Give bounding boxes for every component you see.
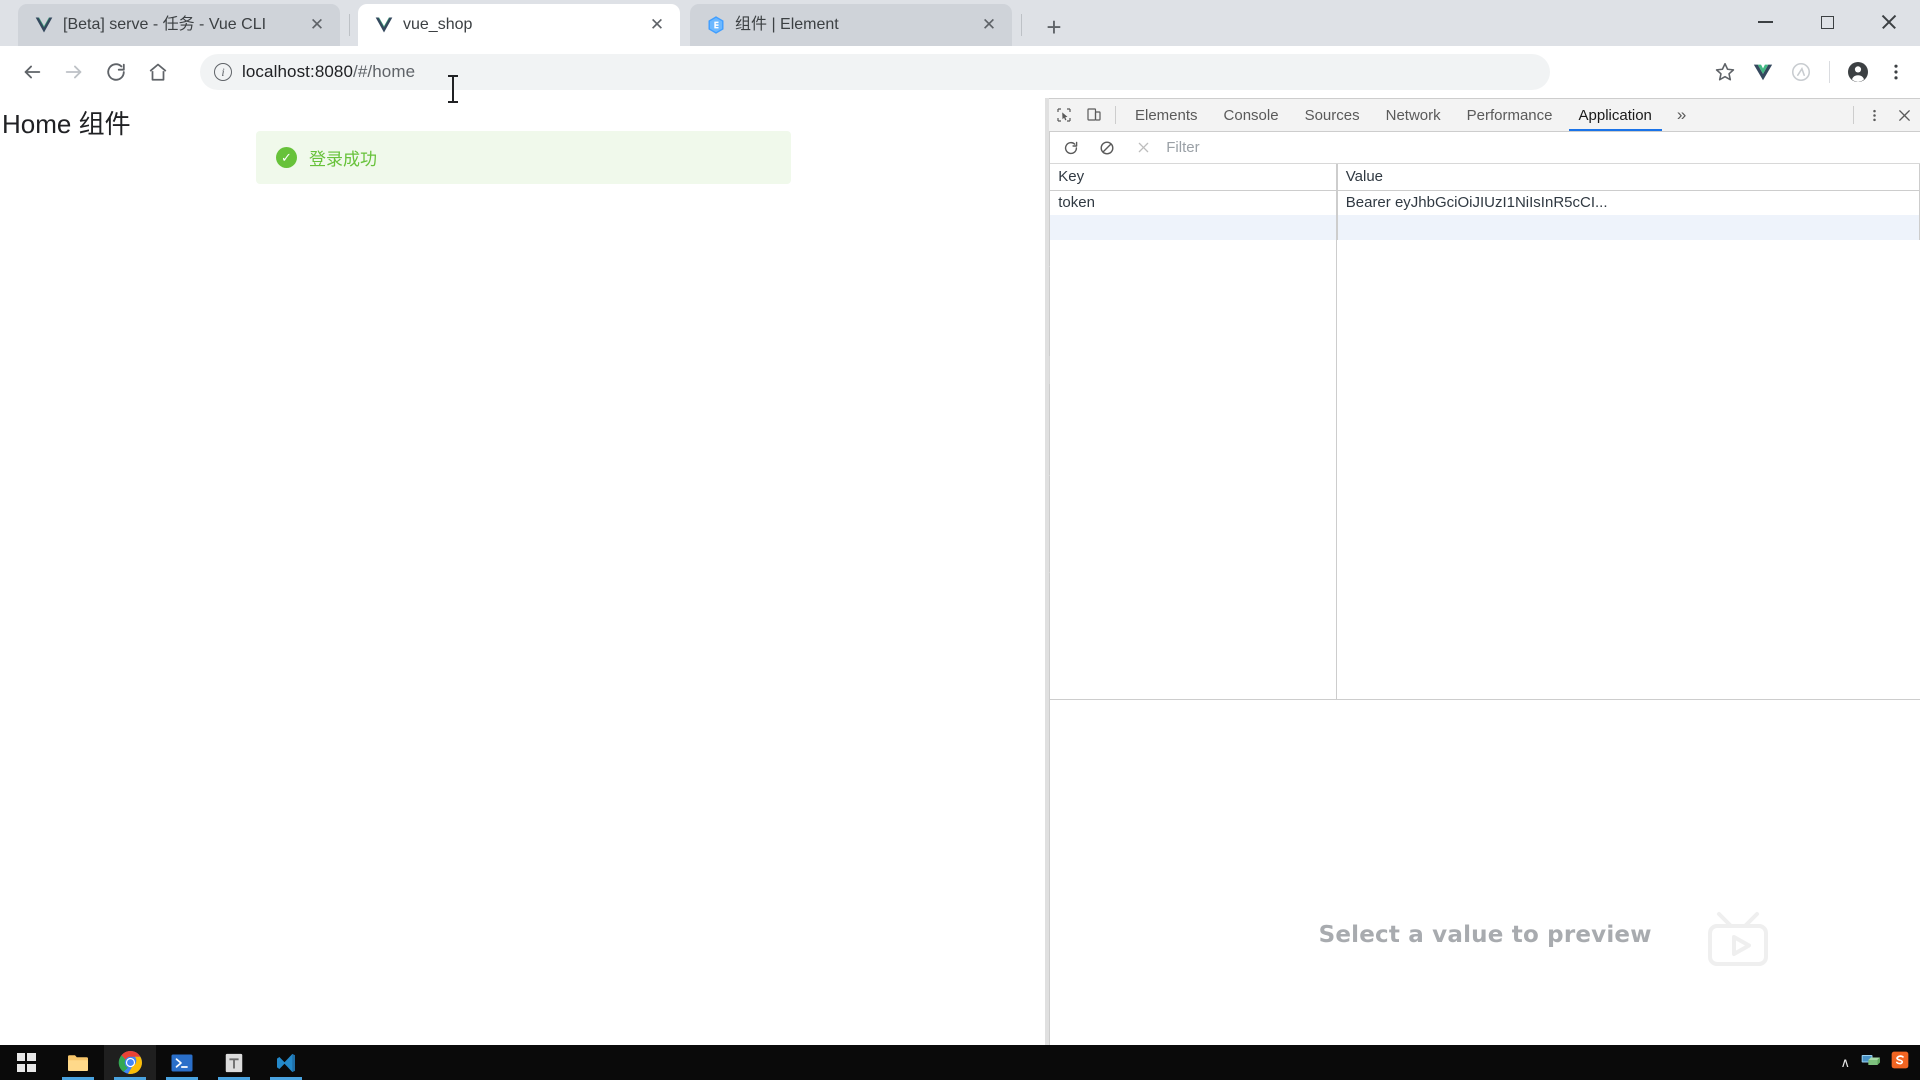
column-header-key[interactable]: Key — [1050, 164, 1338, 191]
address-bar-url: localhost:8080/#/home — [242, 62, 415, 82]
browser-tab-1[interactable]: vue_shop ✕ — [358, 4, 680, 46]
preview-placeholder-message: Select a value to preview — [1318, 922, 1652, 948]
sogou-input-icon[interactable] — [1890, 1050, 1910, 1075]
windows-taskbar: ∧ — [0, 1045, 1920, 1080]
chrome-browser-window: [Beta] serve - 任务 - Vue CLI ✕ vue_shop ✕… — [0, 0, 1920, 1045]
table-row[interactable]: token Bearer eyJhbGciOiJIUzI1NiIsInR5cCI… — [1050, 190, 1920, 215]
typora-icon[interactable] — [208, 1045, 260, 1080]
browser-tab-label: vue_shop — [403, 16, 473, 33]
browser-tab-2[interactable]: 组件 | Element ✕ — [690, 4, 1012, 46]
tab-label: Performance — [1466, 106, 1553, 124]
browser-tab-label: [Beta] serve - 任务 - Vue CLI — [63, 16, 267, 33]
devtools-tab-sources[interactable]: Sources — [1292, 99, 1373, 131]
browser-tab-strip: [Beta] serve - 任务 - Vue CLI ✕ vue_shop ✕… — [0, 0, 1920, 46]
delete-selected-icon[interactable] — [1130, 136, 1156, 160]
clear-all-icon[interactable] — [1094, 136, 1120, 160]
tab-close-icon[interactable]: ✕ — [304, 12, 330, 38]
powershell-icon[interactable] — [156, 1045, 208, 1080]
devtools-tab-application[interactable]: Application — [1566, 99, 1665, 131]
devtools-tab-elements[interactable]: Elements — [1122, 99, 1211, 131]
new-tab-button[interactable]: + — [1037, 10, 1071, 44]
forward-arrow-icon[interactable] — [56, 54, 92, 90]
site-info-icon[interactable]: i — [214, 63, 232, 81]
login-success-alert: ✓ 登录成功 — [256, 131, 791, 184]
google-chrome-icon[interactable] — [104, 1045, 156, 1080]
devtools-panel: Elements Console Sources Network Perform… — [1049, 98, 1920, 1045]
check-circle-icon: ✓ — [276, 147, 297, 168]
three-dot-menu-icon[interactable] — [1878, 54, 1914, 90]
alert-message: 登录成功 — [309, 150, 377, 169]
session-storage-table: Key Value token Bearer eyJhbGciOiJIUzI1N… — [1050, 164, 1920, 240]
toolbar-right-actions — [1707, 54, 1914, 90]
vue-icon — [374, 15, 394, 35]
vue-icon — [34, 15, 54, 35]
maximize-icon[interactable] — [1796, 0, 1858, 44]
window-controls — [1734, 0, 1920, 44]
network-icon[interactable] — [1860, 1050, 1880, 1075]
devtools-tab-console[interactable]: Console — [1211, 99, 1292, 131]
inspect-element-icon[interactable] — [1049, 99, 1079, 131]
refresh-icon[interactable] — [1058, 136, 1084, 160]
system-tray: ∧ — [1840, 1045, 1920, 1080]
tab-label: Sources — [1304, 106, 1360, 124]
more-tabs-icon[interactable]: » — [1665, 99, 1698, 131]
devtools-tab-performance[interactable]: Performance — [1454, 99, 1566, 131]
back-arrow-icon[interactable] — [14, 54, 50, 90]
toggle-device-toolbar-icon[interactable] — [1079, 99, 1109, 131]
toolbar-divider — [1115, 106, 1116, 124]
close-devtools-icon[interactable] — [1888, 108, 1920, 123]
tab-label: Elements — [1135, 106, 1198, 124]
text-cursor — [448, 75, 458, 103]
reload-icon[interactable] — [98, 54, 134, 90]
devtools-body: Application Manifest Service Worker — [1049, 132, 1920, 1045]
column-divider[interactable] — [1050, 164, 1338, 699]
browser-tab-label: 组件 | Element — [735, 16, 839, 33]
tab-label: Network — [1385, 106, 1441, 124]
tab-label: Console — [1223, 106, 1279, 124]
filter-input[interactable] — [1166, 136, 1467, 159]
tab-divider — [349, 14, 350, 36]
star-icon[interactable] — [1707, 54, 1743, 90]
browser-tab-0[interactable]: [Beta] serve - 任务 - Vue CLI ✕ — [18, 4, 340, 46]
address-bar[interactable]: i localhost:8080/#/home — [200, 54, 1550, 90]
tab-label: Application — [1578, 106, 1652, 124]
storage-filter-bar — [1050, 132, 1920, 164]
close-icon[interactable] — [1858, 0, 1920, 44]
cell-key[interactable]: token — [1050, 190, 1338, 215]
vscode-icon[interactable] — [260, 1045, 312, 1080]
cell-key-empty[interactable] — [1050, 215, 1338, 240]
url-host: localhost:8080 — [242, 62, 354, 81]
screen: [Beta] serve - 任务 - Vue CLI ✕ vue_shop ✕… — [0, 0, 1920, 1080]
tab-close-icon[interactable]: ✕ — [644, 12, 670, 38]
extension-icon[interactable] — [1783, 54, 1819, 90]
toolbar-divider — [1829, 61, 1830, 83]
element-icon — [706, 15, 726, 35]
minimize-icon[interactable] — [1734, 0, 1796, 44]
profile-avatar-icon[interactable] — [1840, 54, 1876, 90]
page-viewport: Home 组件 ✓ 登录成功 — [0, 98, 1045, 1045]
tab-divider — [1021, 14, 1022, 36]
devtools-toolbar-right — [1847, 99, 1920, 131]
column-header-value[interactable]: Value — [1337, 164, 1920, 191]
chevron-up-icon[interactable]: ∧ — [1840, 1055, 1850, 1071]
windows-start-icon[interactable] — [0, 1045, 52, 1080]
vue-devtools-icon[interactable] — [1745, 54, 1781, 90]
devtools-tab-network[interactable]: Network — [1373, 99, 1454, 131]
home-icon[interactable] — [140, 54, 176, 90]
file-explorer-icon[interactable] — [52, 1045, 104, 1080]
browser-toolbar: i localhost:8080/#/home — [0, 46, 1920, 98]
storage-content-pane: Key Value token Bearer eyJhbGciOiJIUzI1N… — [1050, 132, 1920, 1045]
storage-table-wrapper: Key Value token Bearer eyJhbGciOiJIUzI1N… — [1050, 164, 1920, 700]
toolbar-divider — [1853, 106, 1854, 124]
table-empty-row[interactable] — [1050, 215, 1920, 240]
cell-value[interactable]: Bearer eyJhbGciOiJIUzI1NiIsInR5cCI... — [1337, 190, 1920, 215]
three-dot-menu-icon[interactable] — [1860, 108, 1888, 123]
devtools-watermark-icon — [1701, 908, 1775, 968]
table-header-row: Key Value — [1050, 164, 1920, 191]
cell-value-empty[interactable] — [1337, 215, 1920, 240]
devtools-toolbar: Elements Console Sources Network Perform… — [1049, 99, 1920, 132]
tab-close-icon[interactable]: ✕ — [976, 12, 1002, 38]
value-preview-pane: Select a value to preview — [1050, 700, 1920, 1045]
url-path: /#/home — [353, 62, 416, 81]
